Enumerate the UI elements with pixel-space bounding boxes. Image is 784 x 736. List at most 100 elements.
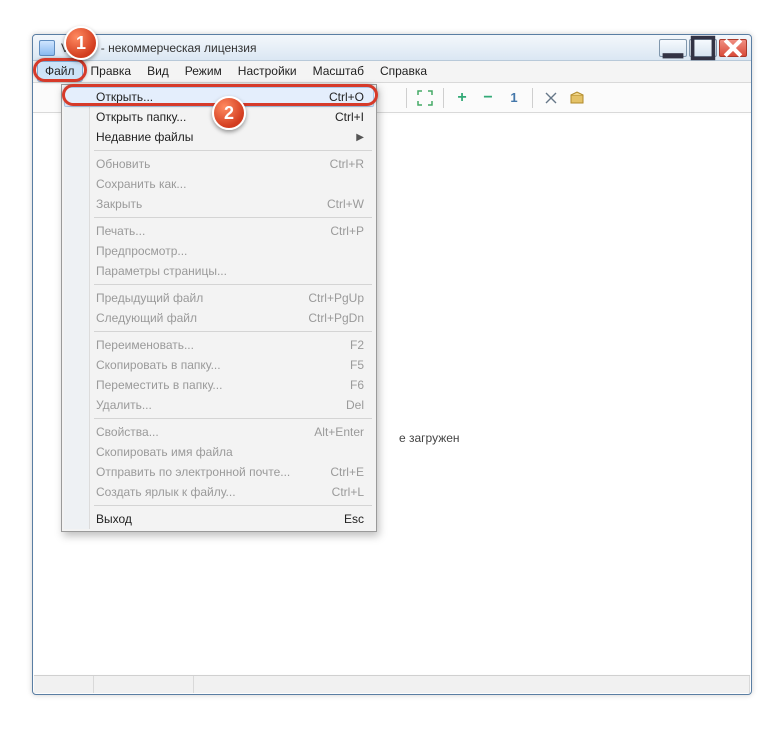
toolbar-separator	[532, 88, 533, 108]
one-to-one-icon: 1	[510, 90, 517, 105]
menu-item-label: Предпросмотр...	[96, 244, 364, 258]
menu-item--: Скопировать имя файла	[64, 442, 374, 462]
menu-item-accelerator: Ctrl+PgDn	[308, 311, 364, 325]
menu-item-label: Удалить...	[96, 398, 346, 412]
menu-separator	[94, 217, 372, 218]
zoom-in-button[interactable]: +	[451, 87, 473, 109]
menu-item-label: Закрыть	[96, 197, 327, 211]
menu-item-label: Печать...	[96, 224, 330, 238]
menu-item-accelerator: F5	[350, 358, 364, 372]
menu-item--: Следующий файлCtrl+PgDn	[64, 308, 374, 328]
menu-item--: Переименовать...F2	[64, 335, 374, 355]
menu-item--: Отправить по электронной почте...Ctrl+E	[64, 462, 374, 482]
menu-item-label: Следующий файл	[96, 311, 308, 325]
menu-item-accelerator: Esc	[344, 512, 364, 526]
titlebar: Viewer - некоммерческая лицензия	[33, 35, 751, 61]
menu-item-accelerator: F2	[350, 338, 364, 352]
menu-item-label: Недавние файлы	[96, 130, 356, 144]
menu-item-accelerator: Ctrl+I	[335, 110, 364, 124]
app-icon	[39, 40, 55, 56]
tools-button[interactable]	[540, 87, 562, 109]
menu-item--[interactable]: ВыходEsc	[64, 509, 374, 529]
tools-icon	[543, 90, 559, 106]
window-buttons	[659, 39, 747, 57]
menu-item--: Предпросмотр...	[64, 241, 374, 261]
menu-item-accelerator: Del	[346, 398, 364, 412]
menu-item-label: Создать ярлык к файлу...	[96, 485, 332, 499]
fullscreen-icon	[417, 90, 433, 106]
menu-file[interactable]: Файл	[37, 61, 83, 82]
menu-item-label: Скопировать имя файла	[96, 445, 364, 459]
file-menu-dropdown: Открыть...Ctrl+OОткрыть папку...Ctrl+IНе…	[61, 84, 377, 532]
box-icon	[569, 90, 585, 106]
menu-item-accelerator: Ctrl+P	[330, 224, 364, 238]
menu-item-label: Отправить по электронной почте...	[96, 465, 330, 479]
menu-separator	[94, 418, 372, 419]
menu-separator	[94, 284, 372, 285]
close-button[interactable]	[719, 39, 747, 57]
status-cell	[194, 676, 750, 693]
menubar: Файл Правка Вид Режим Настройки Масштаб …	[33, 61, 751, 83]
plus-icon: +	[457, 89, 466, 107]
menu-item-label: Свойства...	[96, 425, 314, 439]
menu-item--: ОбновитьCtrl+R	[64, 154, 374, 174]
menu-item--: Предыдущий файлCtrl+PgUp	[64, 288, 374, 308]
submenu-arrow-icon: ▶	[356, 132, 364, 143]
menu-separator	[94, 150, 372, 151]
menu-item--: Параметры страницы...	[64, 261, 374, 281]
menu-separator	[94, 331, 372, 332]
menu-item-accelerator: Alt+Enter	[314, 425, 364, 439]
content-message: е загружен	[399, 431, 460, 445]
menu-item-label: Переименовать...	[96, 338, 350, 352]
menu-item-accelerator: Ctrl+L	[332, 485, 364, 499]
window-title: Viewer - некоммерческая лицензия	[61, 41, 659, 55]
status-cell	[94, 676, 194, 693]
fullscreen-button[interactable]	[414, 87, 436, 109]
menu-item-label: Скопировать в папку...	[96, 358, 350, 372]
menu-item--: Создать ярлык к файлу...Ctrl+L	[64, 482, 374, 502]
menu-item-label: Параметры страницы...	[96, 264, 364, 278]
zoom-actual-button[interactable]: 1	[503, 87, 525, 109]
menu-item-label: Открыть...	[96, 90, 329, 104]
menu-item--: ЗакрытьCtrl+W	[64, 194, 374, 214]
menu-item-accelerator: Ctrl+W	[327, 197, 364, 211]
toolbar-separator	[406, 88, 407, 108]
menu-item--: Печать...Ctrl+P	[64, 221, 374, 241]
menu-item--: Переместить в папку...F6	[64, 375, 374, 395]
menu-item-label: Предыдущий файл	[96, 291, 308, 305]
toolbar-separator	[443, 88, 444, 108]
menu-separator	[94, 505, 372, 506]
zoom-out-button[interactable]: −	[477, 87, 499, 109]
menu-item-label: Сохранить как...	[96, 177, 364, 191]
close-icon	[720, 35, 746, 61]
menu-item--: Сохранить как...	[64, 174, 374, 194]
minimize-button[interactable]	[659, 39, 687, 57]
menu-item-accelerator: F6	[350, 378, 364, 392]
menu-item-label: Переместить в папку...	[96, 378, 350, 392]
callout-badge-2: 2	[212, 96, 246, 130]
menu-item--: Удалить...Del	[64, 395, 374, 415]
menu-item-accelerator: Ctrl+PgUp	[308, 291, 364, 305]
maximize-button[interactable]	[689, 39, 717, 57]
menu-settings[interactable]: Настройки	[230, 61, 305, 82]
menu-view[interactable]: Вид	[139, 61, 177, 82]
minus-icon: −	[483, 89, 492, 107]
menu-item--: Скопировать в папку...F5	[64, 355, 374, 375]
package-button[interactable]	[566, 87, 588, 109]
menu-mode[interactable]: Режим	[177, 61, 230, 82]
menu-edit[interactable]: Правка	[83, 61, 140, 82]
minimize-icon	[660, 35, 686, 61]
menu-item-label: Обновить	[96, 157, 330, 171]
menu-item--: Свойства...Alt+Enter	[64, 422, 374, 442]
menu-item-accelerator: Ctrl+E	[330, 465, 364, 479]
callout-badge-1: 1	[64, 26, 98, 60]
menu-item-accelerator: Ctrl+R	[330, 157, 364, 171]
menu-zoom[interactable]: Масштаб	[305, 61, 372, 82]
statusbar	[34, 675, 750, 693]
status-cell	[34, 676, 94, 693]
menu-item--[interactable]: Недавние файлы▶	[64, 127, 374, 147]
menu-item-accelerator: Ctrl+O	[329, 90, 364, 104]
menu-help[interactable]: Справка	[372, 61, 435, 82]
maximize-icon	[690, 35, 716, 61]
menu-item-label: Выход	[96, 512, 344, 526]
